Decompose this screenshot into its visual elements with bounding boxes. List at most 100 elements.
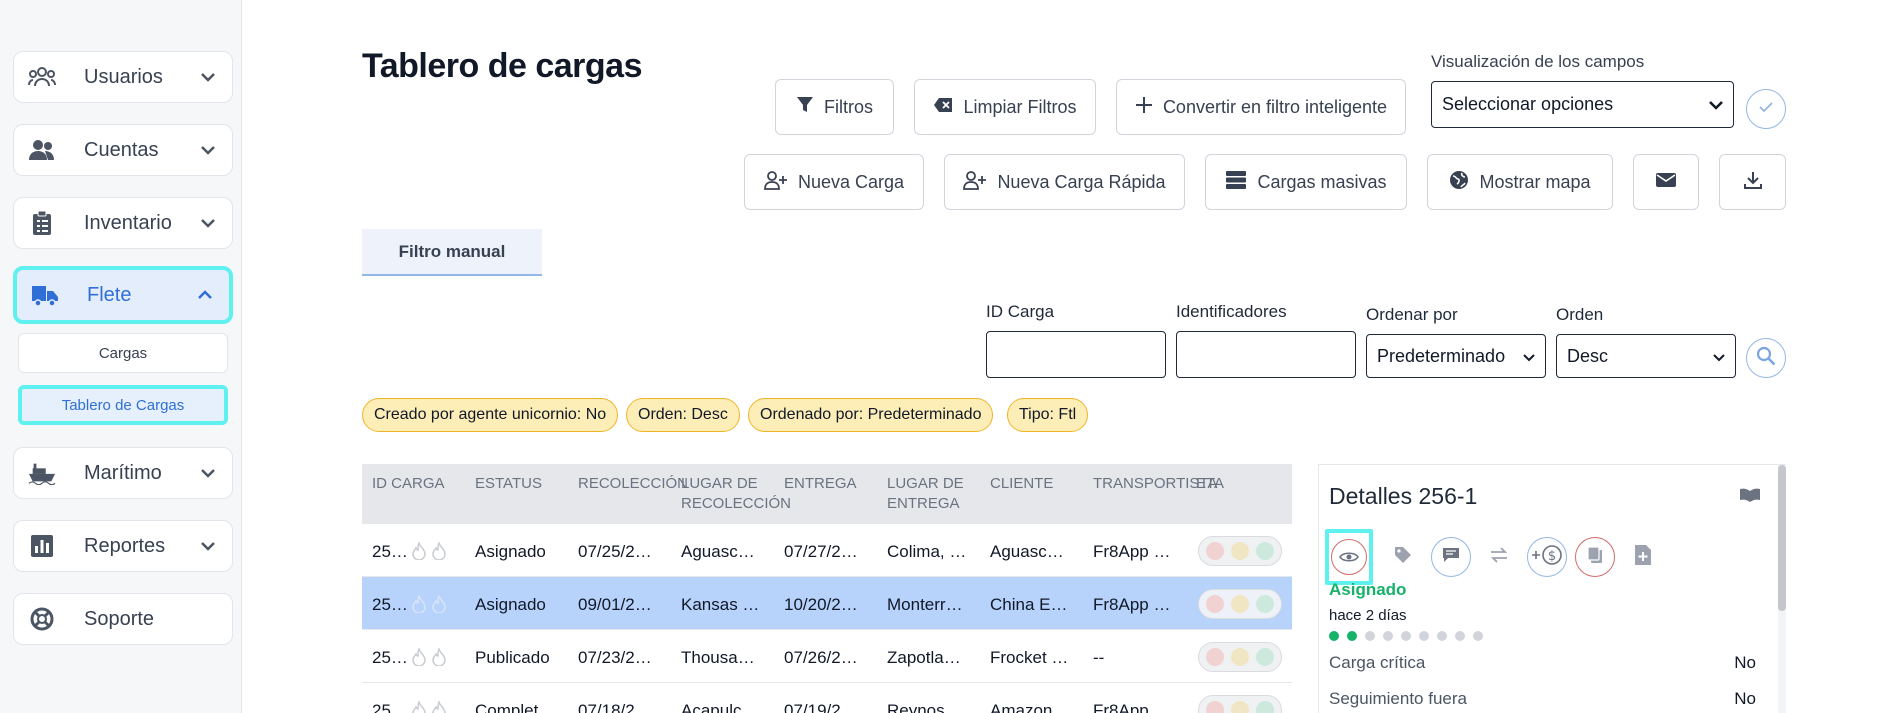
smart-filter-button[interactable]: Convertir en filtro inteligente bbox=[1116, 79, 1406, 135]
column-header[interactable]: RECOLECCIÓN bbox=[578, 474, 688, 494]
view-tool[interactable] bbox=[1325, 529, 1373, 585]
filter-chip[interactable]: Creado por agente unicornio: No bbox=[362, 398, 619, 432]
bulk-loads-button[interactable]: Cargas masivas bbox=[1205, 154, 1407, 210]
truck-icon bbox=[31, 281, 59, 309]
filter-icon bbox=[796, 96, 814, 119]
eta-indicator bbox=[1198, 589, 1282, 619]
progress-step bbox=[1419, 631, 1429, 641]
copy-tool[interactable] bbox=[1575, 537, 1615, 577]
sidebar-item-flete[interactable]: Flete bbox=[13, 266, 233, 324]
filter-chip[interactable]: Ordenado por: Predeterminado bbox=[748, 398, 994, 432]
flame-icon bbox=[432, 646, 446, 671]
show-map-button[interactable]: Mostrar mapa bbox=[1427, 154, 1613, 210]
column-header[interactable]: ENTREGA bbox=[784, 474, 857, 494]
table-row[interactable]: 25… Asignado 07/25/2… Aguasc… 07/27/2… C… bbox=[362, 524, 1292, 577]
comment-tool[interactable] bbox=[1431, 537, 1471, 577]
book-icon[interactable] bbox=[1739, 487, 1761, 508]
id-carga-input[interactable] bbox=[986, 331, 1166, 378]
cell-carrier: Fr8App … bbox=[1093, 542, 1171, 561]
loads-table: ID CARGA ESTATUS RECOLECCIÓN LUGAR DE RE… bbox=[362, 464, 1292, 713]
search-button[interactable] bbox=[1746, 338, 1786, 378]
chevron-down-icon bbox=[198, 140, 218, 160]
file-plus-icon bbox=[1634, 544, 1652, 571]
chevron-down-icon bbox=[198, 463, 218, 483]
cell-delivery: 07/19/2… bbox=[784, 701, 858, 713]
order-select[interactable]: Desc bbox=[1556, 334, 1736, 378]
lifebuoy-icon bbox=[28, 605, 56, 633]
add-document-tool[interactable] bbox=[1623, 537, 1663, 577]
details-title: Detalles 256-1 bbox=[1329, 483, 1478, 509]
cell-id: 25… bbox=[372, 542, 408, 561]
tag-tool[interactable] bbox=[1383, 537, 1423, 577]
envelope-icon bbox=[1655, 172, 1677, 193]
cell-client: China E… bbox=[990, 595, 1068, 614]
confirm-visualization-button[interactable] bbox=[1746, 89, 1786, 129]
new-load-label: Nueva Carga bbox=[797, 171, 905, 192]
sidebar-item-cuentas[interactable]: Cuentas bbox=[13, 124, 233, 176]
sort-by-select[interactable]: Predeterminado bbox=[1366, 334, 1546, 378]
table-row-selected[interactable]: 25… Asignado 09/01/2… Kansas … 10/20/2… … bbox=[362, 577, 1292, 630]
visualization-select-value: Seleccionar opciones bbox=[1442, 94, 1614, 114]
tab-filtro-manual[interactable]: Filtro manual bbox=[362, 229, 542, 276]
sidebar-item-inventario[interactable]: Inventario bbox=[13, 197, 233, 249]
column-header[interactable]: ETA bbox=[1196, 474, 1224, 494]
progress-step bbox=[1347, 631, 1357, 641]
sidebar-subitem-tablero-de-cargas[interactable]: Tablero de Cargas bbox=[18, 385, 228, 425]
download-icon bbox=[1743, 170, 1763, 195]
order-label: Orden bbox=[1556, 305, 1604, 324]
panel-scrollbar-thumb[interactable] bbox=[1778, 465, 1786, 611]
sidebar-item-usuarios[interactable]: Usuarios bbox=[13, 51, 233, 103]
user-plus-icon bbox=[963, 170, 987, 195]
filter-chip[interactable]: Orden: Desc bbox=[626, 398, 740, 432]
new-load-button[interactable]: Nueva Carga bbox=[744, 154, 924, 210]
sidebar-item-soporte[interactable]: Soporte bbox=[13, 593, 233, 645]
cell-carrier: -- bbox=[1093, 648, 1105, 667]
add-price-tool[interactable]: $ bbox=[1527, 537, 1567, 577]
tag-icon bbox=[1393, 545, 1413, 570]
column-header[interactable]: LUGAR DE ENTREGA bbox=[887, 474, 987, 514]
transfer-tool[interactable] bbox=[1479, 537, 1519, 577]
cell-delivery-place: Zapotla… bbox=[887, 648, 961, 667]
details-panel: Detalles 256-1 $ Asignado hace 2 días Ca… bbox=[1318, 464, 1786, 713]
load-status: Asignado bbox=[1329, 580, 1407, 599]
chevron-down-icon bbox=[1523, 346, 1535, 367]
svg-text:$: $ bbox=[1548, 549, 1556, 564]
eta-yellow-dot bbox=[1231, 595, 1249, 613]
filter-chip-label: Orden: Desc bbox=[638, 406, 728, 423]
column-header[interactable]: CLIENTE bbox=[990, 474, 1053, 494]
table-row[interactable]: 25… Publicado 07/23/2… Thousa… 07/26/2… … bbox=[362, 630, 1292, 683]
clear-filters-button[interactable]: Limpiar Filtros bbox=[914, 79, 1096, 135]
identifiers-input[interactable] bbox=[1176, 331, 1356, 378]
order-value: Desc bbox=[1567, 345, 1609, 366]
cell-client: Amazon… bbox=[990, 701, 1070, 713]
email-button[interactable] bbox=[1633, 154, 1699, 210]
panel-scrollbar[interactable] bbox=[1778, 465, 1786, 713]
sidebar-item-reportes[interactable]: Reportes bbox=[13, 520, 233, 572]
sidebar-item-label: Flete bbox=[87, 283, 132, 306]
column-header[interactable]: ID CARGA bbox=[372, 474, 445, 494]
load-time: hace 2 días bbox=[1329, 607, 1407, 624]
field-value: No bbox=[1734, 653, 1756, 672]
column-header[interactable]: LUGAR DE RECOLECCIÓN bbox=[681, 474, 791, 514]
sidebar-subitem-cargas[interactable]: Cargas bbox=[18, 333, 228, 373]
filter-chip[interactable]: Tipo: Ftl bbox=[1007, 398, 1089, 432]
sidebar-item-label: Inventario bbox=[84, 211, 172, 234]
filters-button[interactable]: Filtros bbox=[775, 79, 894, 135]
cell-status: Complet… bbox=[475, 701, 556, 713]
progress-step bbox=[1383, 631, 1393, 641]
cell-status: Asignado bbox=[475, 542, 546, 561]
quick-load-button[interactable]: Nueva Carga Rápida bbox=[944, 154, 1185, 210]
comment-icon bbox=[1442, 547, 1460, 568]
sidebar-item-label: Reportes bbox=[84, 534, 166, 557]
cell-delivery-place: Monterr… bbox=[887, 595, 963, 614]
download-button[interactable] bbox=[1719, 154, 1786, 210]
cell-carrier: Fr8App… bbox=[1093, 701, 1166, 713]
visualization-select[interactable]: Seleccionar opciones bbox=[1431, 81, 1734, 128]
eta-green-dot bbox=[1256, 648, 1274, 666]
sidebar-item-maritimo[interactable]: Marítimo bbox=[13, 447, 233, 499]
progress-step bbox=[1329, 631, 1339, 641]
table-row[interactable]: 25… Complet… 07/18/2… Acapulc… 07/19/2… … bbox=[362, 683, 1292, 713]
identifiers-label: Identificadores bbox=[1176, 302, 1287, 321]
column-header[interactable]: ESTATUS bbox=[475, 474, 542, 494]
field-label: Carga crítica bbox=[1329, 653, 1426, 672]
